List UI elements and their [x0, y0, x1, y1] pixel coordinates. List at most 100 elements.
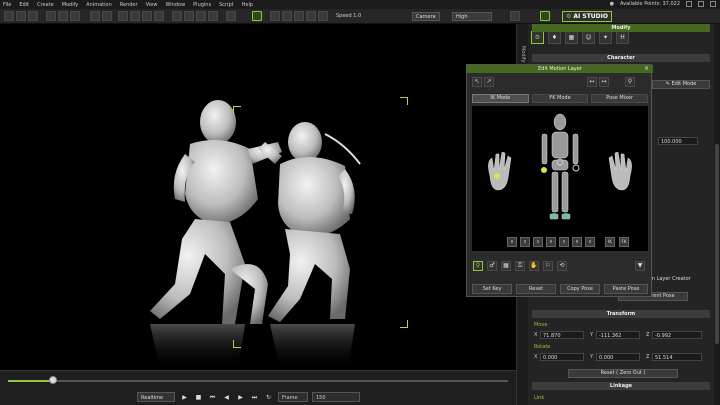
ik-toggle[interactable]: IK — [605, 237, 615, 247]
redo-icon[interactable] — [102, 11, 112, 21]
light-icon[interactable] — [270, 11, 280, 21]
sphere-icon[interactable] — [318, 11, 328, 21]
panel-scrollbar[interactable] — [714, 24, 720, 405]
import-icon[interactable] — [46, 11, 56, 21]
set-key-button[interactable]: Set Key — [472, 284, 512, 294]
fk-mode-tab[interactable]: FK Mode — [531, 94, 589, 103]
camera-dropdown[interactable]: Camera — [412, 12, 440, 21]
figure-icon[interactable]: ♂ — [487, 261, 497, 271]
pin-icon[interactable]: ↖ — [472, 77, 482, 87]
ai-studio-button[interactable]: ⚙ AI STUDIO — [562, 11, 612, 22]
hand-icon[interactable]: ✋ — [529, 261, 539, 271]
camera-icon[interactable] — [282, 11, 292, 21]
quality-dropdown[interactable]: High — [452, 12, 492, 21]
undo-icon[interactable] — [90, 11, 100, 21]
close-button[interactable] — [710, 1, 716, 7]
prev-frame-icon[interactable]: ◀ — [222, 393, 231, 402]
rotate-z-field[interactable]: 51.514 — [652, 353, 702, 361]
value-field[interactable]: 100.000 — [658, 137, 698, 145]
reset-pose-icon[interactable]: ⟲ — [557, 261, 567, 271]
pan-icon[interactable] — [172, 11, 182, 21]
ik-mode-tab[interactable]: IK Mode — [472, 94, 529, 103]
export-icon[interactable] — [58, 11, 68, 21]
timeline-scrubber[interactable] — [49, 376, 57, 384]
rotate-icon[interactable] — [142, 11, 152, 21]
scale-icon[interactable] — [154, 11, 164, 21]
motion-tab-icon[interactable]: ♦ — [548, 31, 561, 44]
character-section[interactable]: Character — [532, 54, 710, 62]
open-project-icon[interactable] — [16, 11, 26, 21]
reset-zero-out-button[interactable]: Reset ( Zero Out ) — [568, 369, 678, 378]
fit-icon[interactable] — [208, 11, 218, 21]
linkage-section[interactable]: Linkage — [532, 382, 710, 390]
attribute-tab-icon[interactable]: ⚙ — [531, 31, 544, 44]
view-icon[interactable] — [294, 11, 304, 21]
zoom-icon[interactable] — [184, 11, 194, 21]
mirror-right-icon[interactable]: ↦ — [599, 77, 609, 87]
select-icon[interactable] — [118, 11, 128, 21]
prev-key-icon[interactable]: ⏮ — [208, 393, 217, 402]
menu-plugins[interactable]: Plugins — [193, 2, 211, 8]
grid-icon[interactable] — [226, 11, 236, 21]
side-tab-modify[interactable]: Modify — [520, 46, 526, 63]
material-tab-icon[interactable]: ▦ — [565, 31, 578, 44]
orbit-icon[interactable] — [196, 11, 206, 21]
morph-tab-icon[interactable]: ☺ — [582, 31, 595, 44]
grid-pattern-icon[interactable]: ▦ — [501, 261, 511, 271]
hd-tab-icon[interactable]: H — [616, 31, 629, 44]
menu-create[interactable]: Create — [37, 2, 54, 8]
3d-viewport[interactable] — [0, 24, 516, 370]
walk-icon[interactable]: ⚐ — [543, 261, 553, 271]
pose-btn-2-icon[interactable]: ⚲ — [520, 237, 530, 247]
paste-pose-button[interactable]: Paste Pose — [604, 284, 648, 294]
physics-tab-icon[interactable]: ✦ — [599, 31, 612, 44]
transform-section[interactable]: Transform — [532, 310, 710, 318]
screenshot-icon[interactable] — [510, 11, 520, 21]
scrollbar-thumb[interactable] — [715, 144, 719, 344]
menu-help[interactable]: Help — [242, 2, 253, 8]
pose-btn-3-icon[interactable]: ⚲ — [533, 237, 543, 247]
copy-pose-button[interactable]: Copy Pose — [560, 284, 600, 294]
menu-render[interactable]: Render — [120, 2, 138, 8]
menu-file[interactable]: File — [3, 2, 11, 8]
render-icon[interactable] — [70, 11, 80, 21]
next-key-icon[interactable]: ⏭ — [250, 393, 259, 402]
rotate-y-field[interactable]: 0.000 — [596, 353, 640, 361]
menu-script[interactable]: Script — [219, 2, 234, 8]
rotate-x-field[interactable]: 0.000 — [540, 353, 584, 361]
frame-unit-dropdown[interactable]: Frame — [278, 392, 308, 402]
pose-btn-1-icon[interactable]: ⚲ — [507, 237, 517, 247]
save-project-icon[interactable] — [28, 11, 38, 21]
menu-modify[interactable]: Modify — [62, 2, 79, 8]
pin-arrow-icon[interactable]: ↗ — [484, 77, 494, 87]
pose-btn-4-icon[interactable]: ⚲ — [546, 237, 556, 247]
key-icon[interactable]: ⚿ — [515, 261, 525, 271]
next-frame-icon[interactable]: ▶ — [236, 393, 245, 402]
move-z-field[interactable]: -0.992 — [652, 331, 702, 339]
dialog-close-icon[interactable]: × — [644, 65, 649, 72]
menu-view[interactable]: View — [146, 2, 158, 8]
edit-mode-button[interactable]: ✎ Edit Mode — [652, 80, 710, 89]
pose-btn-6-icon[interactable]: ⚲ — [572, 237, 582, 247]
new-project-icon[interactable] — [4, 11, 14, 21]
expand-icon[interactable]: ▼ — [635, 261, 645, 271]
frame-input[interactable]: 150 — [312, 392, 360, 402]
pose-btn-5-icon[interactable]: ⚲ — [559, 237, 569, 247]
timeline-track[interactable] — [8, 380, 508, 382]
menu-animation[interactable]: Animation — [86, 2, 112, 8]
fk-toggle[interactable]: FK — [619, 237, 629, 247]
ai-icon[interactable] — [540, 11, 550, 21]
move-y-field[interactable]: -111.362 — [596, 331, 640, 339]
wireframe-icon[interactable] — [306, 11, 316, 21]
speed-label[interactable]: Speed 1.0 — [336, 13, 361, 19]
move-icon[interactable] — [130, 11, 140, 21]
pose-mixer-tab[interactable]: Pose Mixer — [591, 94, 649, 103]
stop-icon[interactable]: ■ — [194, 393, 203, 402]
play-icon[interactable]: ▶ — [180, 393, 189, 402]
mirror-left-icon[interactable]: ↤ — [587, 77, 597, 87]
body-map[interactable] — [472, 106, 648, 251]
realtime-dropdown[interactable]: Realtime — [137, 392, 175, 402]
menu-window[interactable]: Window — [165, 2, 185, 8]
loop-icon[interactable]: ↻ — [264, 393, 273, 402]
maximize-button[interactable] — [698, 1, 704, 7]
